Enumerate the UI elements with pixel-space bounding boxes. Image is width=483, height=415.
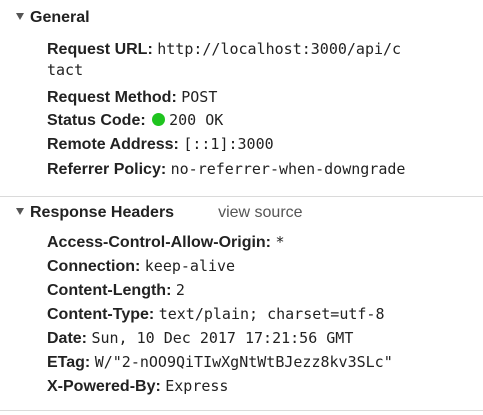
status-code-value: 200 OK <box>169 111 224 129</box>
remote-address-value: [::1]:3000 <box>183 135 274 153</box>
remote-address-row: Remote Address: [::1]:3000 <box>47 132 483 157</box>
header-value: keep-alive <box>144 257 236 275</box>
referrer-policy-row: Referrer Policy: no-referrer-when-downgr… <box>47 157 483 182</box>
request-method-row: Request Method: POST <box>47 85 483 110</box>
header-key: X-Powered-By: <box>47 378 161 395</box>
header-value: text/plain; charset=utf-8 <box>158 305 385 323</box>
bottom-divider <box>0 410 483 411</box>
request-url-row: Request URL: http://localhost:3000/api/c <box>47 37 483 62</box>
expand-triangle-icon[interactable] <box>16 13 24 20</box>
header-row: Date: Sun, 10 Dec 2017 17:21:56 GMT <box>47 326 483 351</box>
status-code-key: Status Code: <box>47 112 146 129</box>
header-key: Access-Control-Allow-Origin: <box>47 234 272 251</box>
header-key: ETag: <box>47 354 91 371</box>
header-row: ETag: W/"2-nOO9QiTIwXgNtWtBJezz8kv3SLc" <box>47 350 483 375</box>
header-value: 2 <box>175 281 185 299</box>
status-code-row: Status Code: 200 OK <box>47 108 483 133</box>
general-section: General Request URL: http://localhost:30… <box>0 0 483 190</box>
request-method-value: POST <box>181 88 218 106</box>
status-green-dot-icon <box>152 113 166 126</box>
expand-triangle-icon[interactable] <box>16 208 24 215</box>
request-method-key: Request Method: <box>47 89 177 106</box>
remote-address-key: Remote Address: <box>47 136 179 153</box>
header-key: Date: <box>47 330 88 347</box>
general-title: General <box>30 9 90 26</box>
referrer-policy-value: no-referrer-when-downgrade <box>170 160 406 178</box>
header-key: Content-Length: <box>47 282 172 299</box>
header-key: Content-Type: <box>47 306 155 323</box>
header-value: W/"2-nOO9QiTIwXgNtWtBJezz8kv3SLc" <box>94 353 393 371</box>
header-value: * <box>275 233 285 251</box>
response-headers-section: Response Headers view source Access-Contr… <box>0 196 483 415</box>
header-row: X-Powered-By: Express <box>47 374 483 399</box>
header-value: Sun, 10 Dec 2017 17:21:56 GMT <box>91 329 354 347</box>
response-headers-header[interactable]: Response Headers view source <box>16 202 303 224</box>
referrer-policy-key: Referrer Policy: <box>47 161 167 178</box>
header-row: Content-Length: 2 <box>47 278 483 303</box>
header-row: Content-Type: text/plain; charset=utf-8 <box>47 302 483 327</box>
header-row: Access-Control-Allow-Origin: * <box>47 230 483 255</box>
general-header[interactable]: General <box>16 7 90 29</box>
header-row: Connection: keep-alive <box>47 254 483 279</box>
request-url-value-wrap: tact <box>47 61 84 79</box>
response-headers-title: Response Headers <box>30 204 175 221</box>
header-value: Express <box>165 377 229 395</box>
view-source-link[interactable]: view source <box>218 204 302 221</box>
header-key: Connection: <box>47 258 141 275</box>
request-url-key: Request URL: <box>47 41 153 58</box>
request-url-value: http://localhost:3000/api/c <box>157 40 402 58</box>
